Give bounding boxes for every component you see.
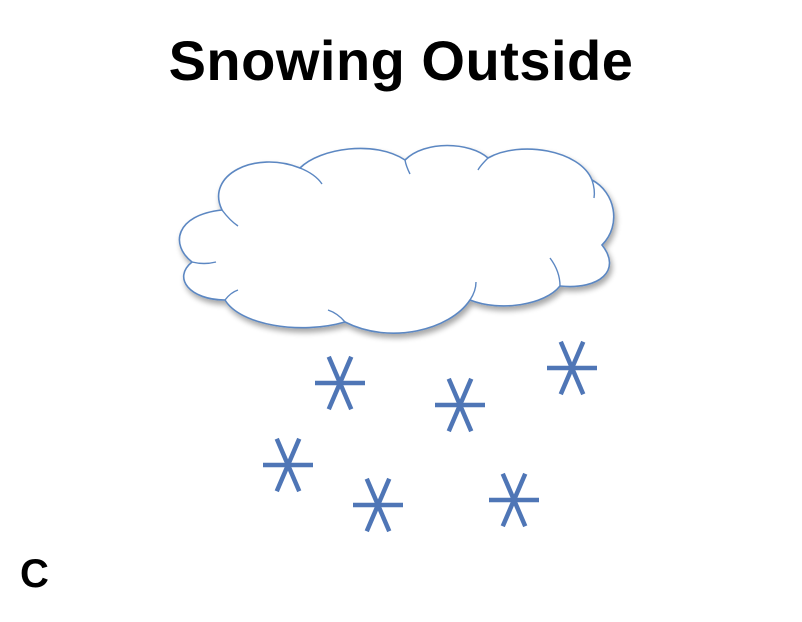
corner-label: C [20,552,49,596]
cloud-icon [178,144,615,334]
snowflakes-group [263,340,597,533]
slide: Snowing Outside C [0,0,802,622]
snowflake-icon [489,472,539,528]
snowflake-icon [353,477,403,533]
snowflake-icon [263,437,313,493]
snowflake-icon [435,377,485,433]
snow-scene-illustration [178,144,615,533]
snowflake-icon [547,340,597,396]
snowflake-icon [315,355,365,411]
